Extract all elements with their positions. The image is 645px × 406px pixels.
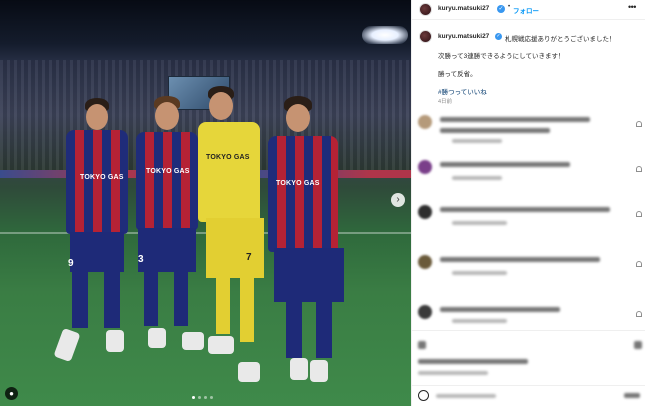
caption-line-3: 勝って反省。	[438, 71, 477, 78]
carousel-dot	[198, 396, 201, 399]
heart-icon[interactable]	[636, 311, 642, 317]
comment-item	[412, 255, 645, 291]
caption-username[interactable]: kuryu.matsuki27	[438, 33, 489, 40]
hashtag-link[interactable]: #勝つっていいね	[438, 86, 487, 96]
verified-badge-icon: ✓	[495, 33, 502, 40]
verified-badge-icon: ✓	[497, 5, 505, 13]
caption-avatar[interactable]	[419, 30, 432, 43]
follow-button[interactable]: フォロー	[513, 5, 539, 15]
avatar[interactable]	[419, 3, 432, 16]
stadium-roof	[0, 0, 411, 62]
player-4: TOKYO GAS	[262, 96, 352, 386]
sponsor-text: TOKYO GAS	[206, 154, 250, 161]
carousel-dots	[192, 396, 213, 399]
caption-line-2: 次勝って3連勝できるようにしていきます！	[438, 53, 565, 60]
comment-bar	[412, 385, 645, 406]
person-tag-icon[interactable]: ●	[5, 387, 18, 400]
avatar[interactable]	[418, 160, 432, 174]
heart-icon[interactable]	[636, 211, 642, 217]
avatar[interactable]	[418, 305, 432, 319]
heart-icon[interactable]	[636, 121, 642, 127]
player-1: TOKYO GAS 9	[53, 98, 138, 368]
avatar[interactable]	[418, 205, 432, 219]
carousel-dot	[210, 396, 213, 399]
header-separator: •	[508, 4, 511, 10]
stadium-light	[362, 26, 408, 44]
sponsor-text: TOKYO GAS	[146, 168, 190, 175]
more-options-icon[interactable]: •••	[628, 2, 636, 12]
caption-timestamp: 4日前	[438, 99, 453, 105]
carousel-dot	[192, 396, 195, 399]
sponsor-text: TOKYO GAS	[80, 174, 124, 181]
post-side-panel: kuryu.matsuki27 ✓ • フォロー ••• kuryu.matsu…	[411, 0, 645, 406]
header-username[interactable]: kuryu.matsuki27	[438, 5, 489, 12]
shorts-number: 9	[68, 258, 74, 269]
heart-icon[interactable]	[636, 166, 642, 172]
sponsor-text: TOKYO GAS	[276, 180, 320, 187]
caption-line-1: 札幌戦応援ありがとうございました！	[505, 36, 616, 43]
chevron-right-icon[interactable]: ›	[391, 193, 405, 207]
post-header: kuryu.matsuki27 ✓ • フォロー •••	[412, 0, 645, 20]
comment-item	[412, 115, 645, 151]
shorts-number: 3	[138, 254, 144, 265]
comment-item	[412, 160, 645, 196]
carousel-dot	[204, 396, 207, 399]
shorts-number: 7	[246, 252, 252, 263]
comment-input[interactable]	[436, 394, 496, 398]
comment-item	[412, 205, 645, 241]
avatar[interactable]	[418, 255, 432, 269]
avatar[interactable]	[418, 115, 432, 129]
post-photo[interactable]: TOKYO GAS 9 TOKYO GAS 3 TOKYO GAS 7 TOKY…	[0, 0, 411, 406]
emoji-icon[interactable]	[418, 390, 429, 401]
heart-icon[interactable]	[636, 261, 642, 267]
